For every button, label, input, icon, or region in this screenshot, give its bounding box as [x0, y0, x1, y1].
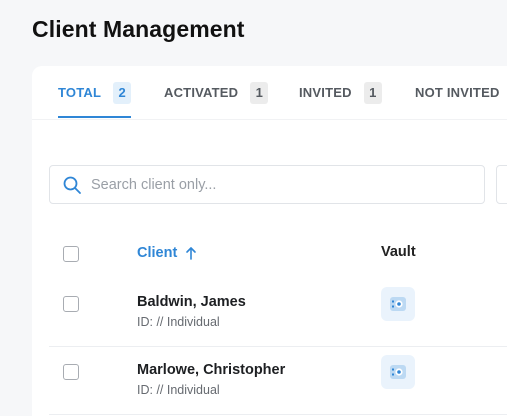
tab-activated-count: 1 [250, 82, 269, 104]
vault-icon-glyph [390, 365, 406, 379]
tab-total-label: TOTAL [58, 85, 102, 100]
tabs-divider [32, 119, 507, 120]
search-input[interactable] [91, 176, 471, 193]
client-name[interactable]: Baldwin, James [137, 294, 246, 310]
tab-not-invited[interactable]: NOT INVITED [415, 82, 500, 118]
filter-button[interactable] [496, 165, 507, 204]
row-checkbox[interactable] [63, 296, 79, 312]
search-box [49, 165, 485, 204]
row-checkbox[interactable] [63, 364, 79, 380]
tab-total-count: 2 [113, 82, 132, 104]
tab-invited[interactable]: INVITED 1 [299, 82, 382, 118]
tab-invited-label: INVITED [299, 85, 352, 100]
tab-activated[interactable]: ACTIVATED 1 [164, 82, 269, 118]
clients-card: TOTAL 2 ACTIVATED 1 INVITED 1 NOT INVITE… [32, 66, 507, 416]
client-status-tabs: TOTAL 2 ACTIVATED 1 INVITED 1 NOT INVITE… [32, 66, 507, 120]
tab-total[interactable]: TOTAL 2 [58, 82, 132, 118]
table-row[interactable]: Marlowe, Christopher ID: // Individual [32, 347, 507, 415]
vault-icon[interactable] [381, 287, 415, 321]
client-id-type: ID: // Individual [137, 315, 220, 329]
search-icon [63, 176, 81, 194]
arrow-up-icon [186, 247, 197, 260]
tab-not-invited-label: NOT INVITED [415, 85, 500, 100]
column-header-vault: Vault [381, 244, 416, 260]
vault-icon-glyph [390, 297, 406, 311]
row-divider [49, 414, 507, 415]
table-row[interactable]: Baldwin, James ID: // Individual [32, 279, 507, 347]
client-management-page: Client Management TOTAL 2 ACTIVATED 1 IN… [0, 0, 507, 416]
select-all-checkbox[interactable] [63, 246, 79, 262]
tab-invited-count: 1 [363, 82, 382, 104]
page-title: Client Management [32, 16, 245, 42]
client-id-type: ID: // Individual [137, 383, 220, 397]
column-header-client-label: Client [137, 245, 178, 261]
column-header-client[interactable]: Client [137, 244, 197, 262]
vault-icon[interactable] [381, 355, 415, 389]
tab-activated-label: ACTIVATED [164, 85, 239, 100]
client-name[interactable]: Marlowe, Christopher [137, 362, 285, 378]
